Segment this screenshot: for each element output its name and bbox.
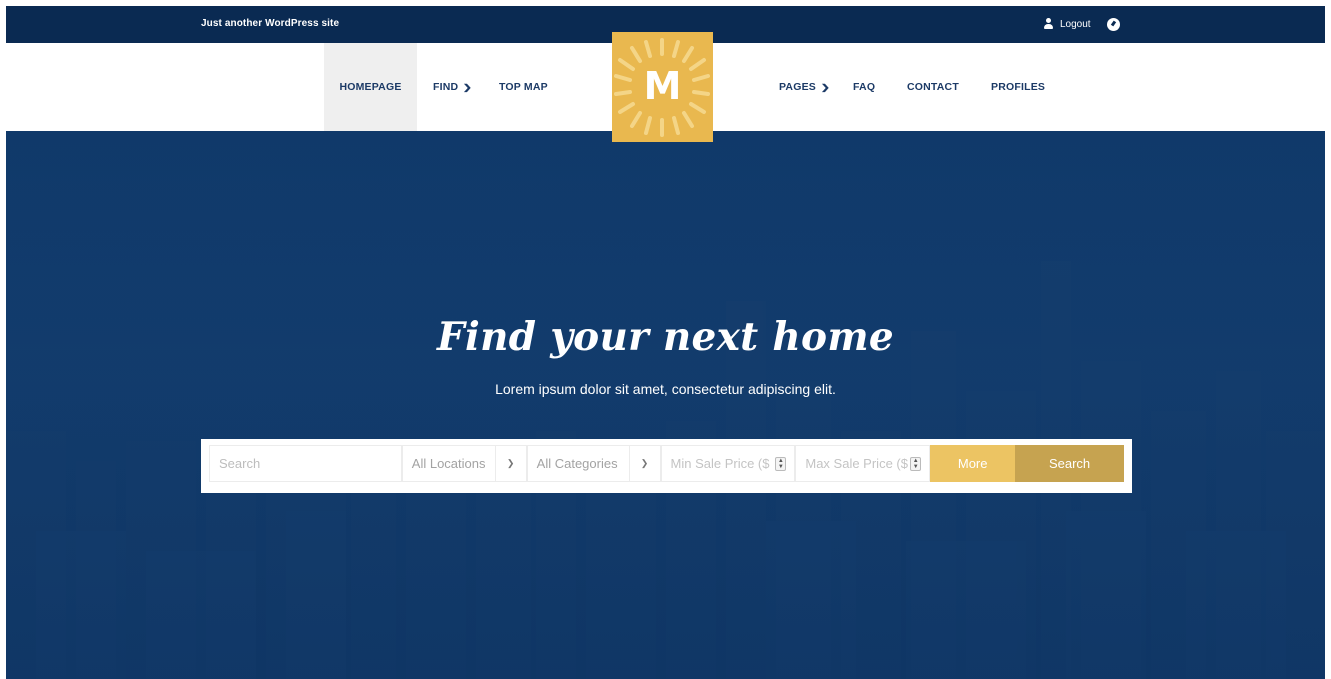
min-price-placeholder: Min Sale Price ($	[670, 456, 770, 471]
max-price-placeholder: Max Sale Price ($	[805, 456, 908, 471]
dashboard-icon[interactable]	[1106, 17, 1120, 31]
category-select[interactable]: All Categories ❯	[526, 445, 661, 482]
location-select-value: All Locations	[411, 456, 486, 471]
search-input-placeholder: Search	[219, 456, 261, 471]
search-button[interactable]: Search	[1015, 445, 1125, 482]
nav-homepage-label: HOMEPAGE	[339, 81, 402, 93]
nav-top-map-label: TOP MAP	[499, 81, 548, 93]
min-price-input[interactable]: Min Sale Price ($ ▲ ▼	[660, 445, 796, 482]
nav-faq-label: FAQ	[853, 81, 876, 93]
nav-profiles[interactable]: PROFILES	[991, 43, 1045, 131]
max-price-input[interactable]: Max Sale Price ($ ▲ ▼	[795, 445, 931, 482]
site-logo[interactable]: M	[612, 32, 713, 142]
nav-profiles-label: PROFILES	[991, 81, 1046, 93]
nav-homepage[interactable]: HOMEPAGE	[324, 43, 417, 131]
site-tagline: Just another WordPress site	[201, 18, 340, 29]
logo-letter: M	[643, 64, 682, 108]
nav-find[interactable]: FIND ❯	[433, 43, 473, 131]
nav-pages[interactable]: PAGES ❯	[779, 43, 831, 131]
category-select-value: All Categories	[536, 456, 618, 471]
nav-contact[interactable]: CONTACT	[907, 43, 959, 131]
user-icon	[1043, 18, 1054, 30]
search-input[interactable]: Search	[209, 445, 402, 482]
chevron-down-icon: ❯	[628, 446, 660, 481]
property-search-bar: Search All Locations ❯ All Categories ❯ …	[201, 439, 1132, 493]
nav-contact-label: CONTACT	[907, 81, 959, 93]
number-spinner-icon[interactable]: ▲ ▼	[775, 457, 787, 471]
city-skyline-background	[6, 131, 1325, 679]
page: Just another WordPress site Logout HOMEP…	[6, 6, 1325, 679]
number-spinner-icon[interactable]: ▲ ▼	[910, 457, 922, 471]
user-area: Logout	[1043, 16, 1120, 32]
chevron-down-icon: ❯	[462, 82, 473, 92]
more-filters-button[interactable]: More	[930, 445, 1016, 482]
nav-pages-label: PAGES	[779, 81, 816, 93]
chevron-down-icon: ❯	[820, 82, 831, 92]
hero-title: Find your next home	[436, 314, 895, 360]
hero-subtitle: Lorem ipsum dolor sit amet, consectetur …	[495, 381, 836, 397]
nav-top-map[interactable]: TOP MAP	[499, 43, 548, 131]
hero-section: Find your next home Lorem ipsum dolor si…	[6, 131, 1325, 679]
logout-link[interactable]: Logout	[1060, 19, 1091, 30]
nav-faq[interactable]: FAQ	[853, 43, 875, 131]
nav-find-label: FIND	[433, 81, 459, 93]
location-select[interactable]: All Locations ❯	[401, 445, 527, 482]
chevron-down-icon: ❯	[494, 446, 526, 481]
